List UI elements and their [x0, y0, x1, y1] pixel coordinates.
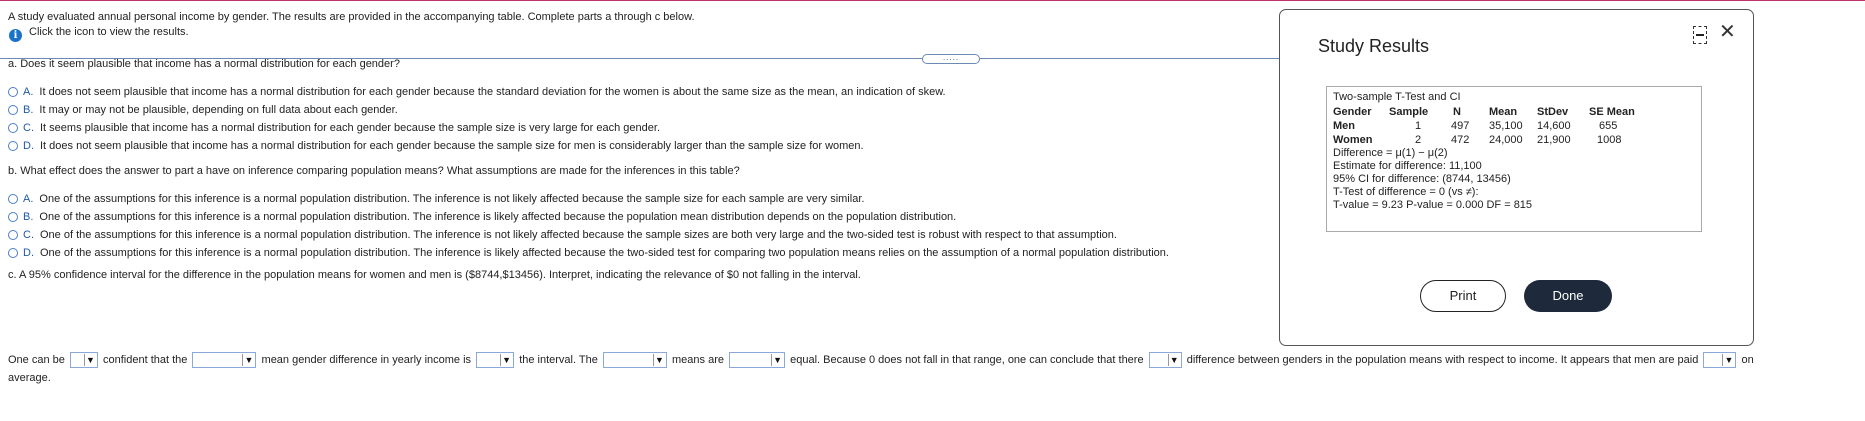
chevron-down-icon: ▼: [242, 354, 254, 366]
option-text: One of the assumptions for this inferenc…: [39, 211, 957, 223]
within-dropdown[interactable]: ▼: [476, 352, 515, 368]
option-letter: B.: [23, 104, 34, 116]
chevron-down-icon: ▼: [771, 354, 783, 366]
chevron-down-icon: ▼: [652, 354, 665, 366]
estimate-note: Estimate for difference: 11,100: [1333, 160, 1482, 172]
chevron-down-icon: ▼: [83, 354, 96, 366]
sentence-fragment: mean gender difference in yearly income …: [261, 354, 472, 366]
option-letter: A.: [23, 193, 34, 205]
chevron-down-icon: ▼: [1722, 354, 1734, 366]
part-a-question: a. Does it seem plausible that income ha…: [8, 58, 400, 70]
table-cell: 14,600: [1537, 120, 1571, 132]
table-cell: 21,900: [1537, 134, 1571, 146]
part-b-option-c[interactable]: C. One of the assumptions for this infer…: [8, 229, 1117, 241]
chevron-down-icon: ▼: [500, 354, 512, 366]
part-b-option-d[interactable]: D. One of the assumptions for this infer…: [8, 247, 1169, 259]
sentence-fragment: the interval. The: [519, 354, 598, 366]
option-text: It does not seem plausible that income h…: [39, 86, 946, 98]
option-letter: C.: [23, 122, 34, 134]
sentence-fragment: confident that the: [103, 354, 188, 366]
radio-button[interactable]: [8, 248, 18, 258]
part-b-question: b. What effect does the answer to part a…: [8, 165, 740, 177]
difference-note: Difference = μ(1) − μ(2): [1333, 147, 1448, 159]
option-letter: B.: [23, 211, 34, 223]
radio-button[interactable]: [8, 105, 18, 115]
option-text: One of the assumptions for this inferenc…: [40, 229, 1117, 241]
table-cell: 2: [1415, 134, 1422, 146]
part-b-option-b[interactable]: B. One of the assumptions for this infer…: [8, 211, 956, 223]
study-results-dialog: Study Results ✕ Two-sample T-Test and CI…: [1279, 9, 1754, 346]
radio-button[interactable]: [8, 123, 18, 133]
header-sample: Sample: [1389, 106, 1429, 118]
part-a-option-a[interactable]: A. It does not seem plausible that incom…: [8, 86, 946, 98]
confidence-dropdown[interactable]: ▼: [69, 352, 98, 368]
print-button[interactable]: Print: [1420, 280, 1506, 312]
table-row-label: Men: [1333, 120, 1355, 132]
option-text: One of the assumptions for this inferenc…: [39, 193, 865, 205]
tvalue-note: T-value = 9.23 P-value = 0.000 DF = 815: [1333, 199, 1533, 211]
option-text: One of the assumptions for this inferenc…: [40, 247, 1169, 259]
table-cell: 1008: [1597, 134, 1622, 146]
radio-button[interactable]: [8, 212, 18, 222]
part-c-question: c. A 95% confidence interval for the dif…: [8, 269, 861, 281]
option-text: It seems plausible that income has a nor…: [40, 122, 661, 134]
sentence-fragment: equal. Because 0 does not fall in that r…: [790, 354, 1144, 366]
option-letter: C.: [23, 229, 34, 241]
part-a-option-c[interactable]: C. It seems plausible that income has a …: [8, 122, 660, 134]
radio-button[interactable]: [8, 230, 18, 240]
table-row-label: Women: [1333, 134, 1373, 146]
header-gender: Gender: [1333, 106, 1372, 118]
option-letter: D.: [23, 247, 34, 259]
radio-button[interactable]: [8, 141, 18, 151]
info-icon[interactable]: i: [9, 29, 22, 42]
option-text: It may or may not be plausible, dependin…: [39, 104, 398, 116]
means-type-dropdown[interactable]: ▼: [602, 352, 667, 368]
close-icon[interactable]: ✕: [1719, 22, 1736, 42]
table-cell: 655: [1599, 120, 1618, 132]
ci-note: 95% CI for difference: (8744, 13456): [1333, 173, 1511, 185]
part-c-fill-in-line: One can be ▼ confident that the ▼ mean g…: [8, 352, 1754, 368]
paid-dropdown[interactable]: ▼: [1703, 352, 1737, 368]
part-b-option-a[interactable]: A. One of the assumptions for this infer…: [8, 193, 864, 205]
table-cell: 497: [1451, 120, 1470, 132]
header-n: N: [1453, 106, 1461, 118]
dialog-title: Study Results: [1318, 36, 1430, 56]
table-cell: 35,100: [1489, 120, 1523, 132]
sentence-fragment: average.: [8, 372, 51, 384]
table-cell: 472: [1451, 134, 1470, 146]
option-text: It does not seem plausible that income h…: [40, 140, 864, 152]
part-a-option-d[interactable]: D. It does not seem plausible that incom…: [8, 140, 864, 152]
done-button[interactable]: Done: [1524, 280, 1612, 312]
part-a-option-b[interactable]: B. It may or may not be plausible, depen…: [8, 104, 398, 116]
view-results-link[interactable]: Click the icon to view the results.: [29, 26, 189, 38]
equality-dropdown[interactable]: ▼: [729, 352, 786, 368]
table-cell: 1: [1415, 120, 1422, 132]
difference-dropdown[interactable]: ▼: [1148, 352, 1182, 368]
population-dropdown[interactable]: ▼: [192, 352, 257, 368]
minimize-icon[interactable]: [1693, 26, 1707, 44]
option-letter: A.: [23, 86, 34, 98]
option-letter: D.: [23, 140, 34, 152]
expand-handle[interactable]: .....: [922, 54, 980, 64]
ttest-note: T-Test of difference = 0 (vs ≠):: [1333, 186, 1479, 198]
sentence-fragment: means are: [672, 354, 724, 366]
instructions-text: A study evaluated annual personal income…: [8, 11, 695, 23]
header-se-mean: SE Mean: [1589, 106, 1635, 118]
header-mean: Mean: [1489, 106, 1518, 118]
radio-button[interactable]: [8, 87, 18, 97]
radio-button[interactable]: [8, 194, 18, 204]
chevron-down-icon: ▼: [1167, 354, 1180, 366]
sentence-fragment: difference between genders in the popula…: [1186, 354, 1699, 366]
table-cell: 24,000: [1489, 134, 1523, 146]
top-accent-line: [0, 0, 1865, 1]
sentence-fragment: One can be: [8, 354, 65, 366]
header-stdev: StDev: [1537, 106, 1569, 118]
sentence-fragment: on: [1741, 354, 1754, 366]
results-table: Two-sample T-Test and CI Gender Sample N…: [1326, 86, 1702, 232]
table-title: Two-sample T-Test and CI: [1333, 91, 1461, 103]
